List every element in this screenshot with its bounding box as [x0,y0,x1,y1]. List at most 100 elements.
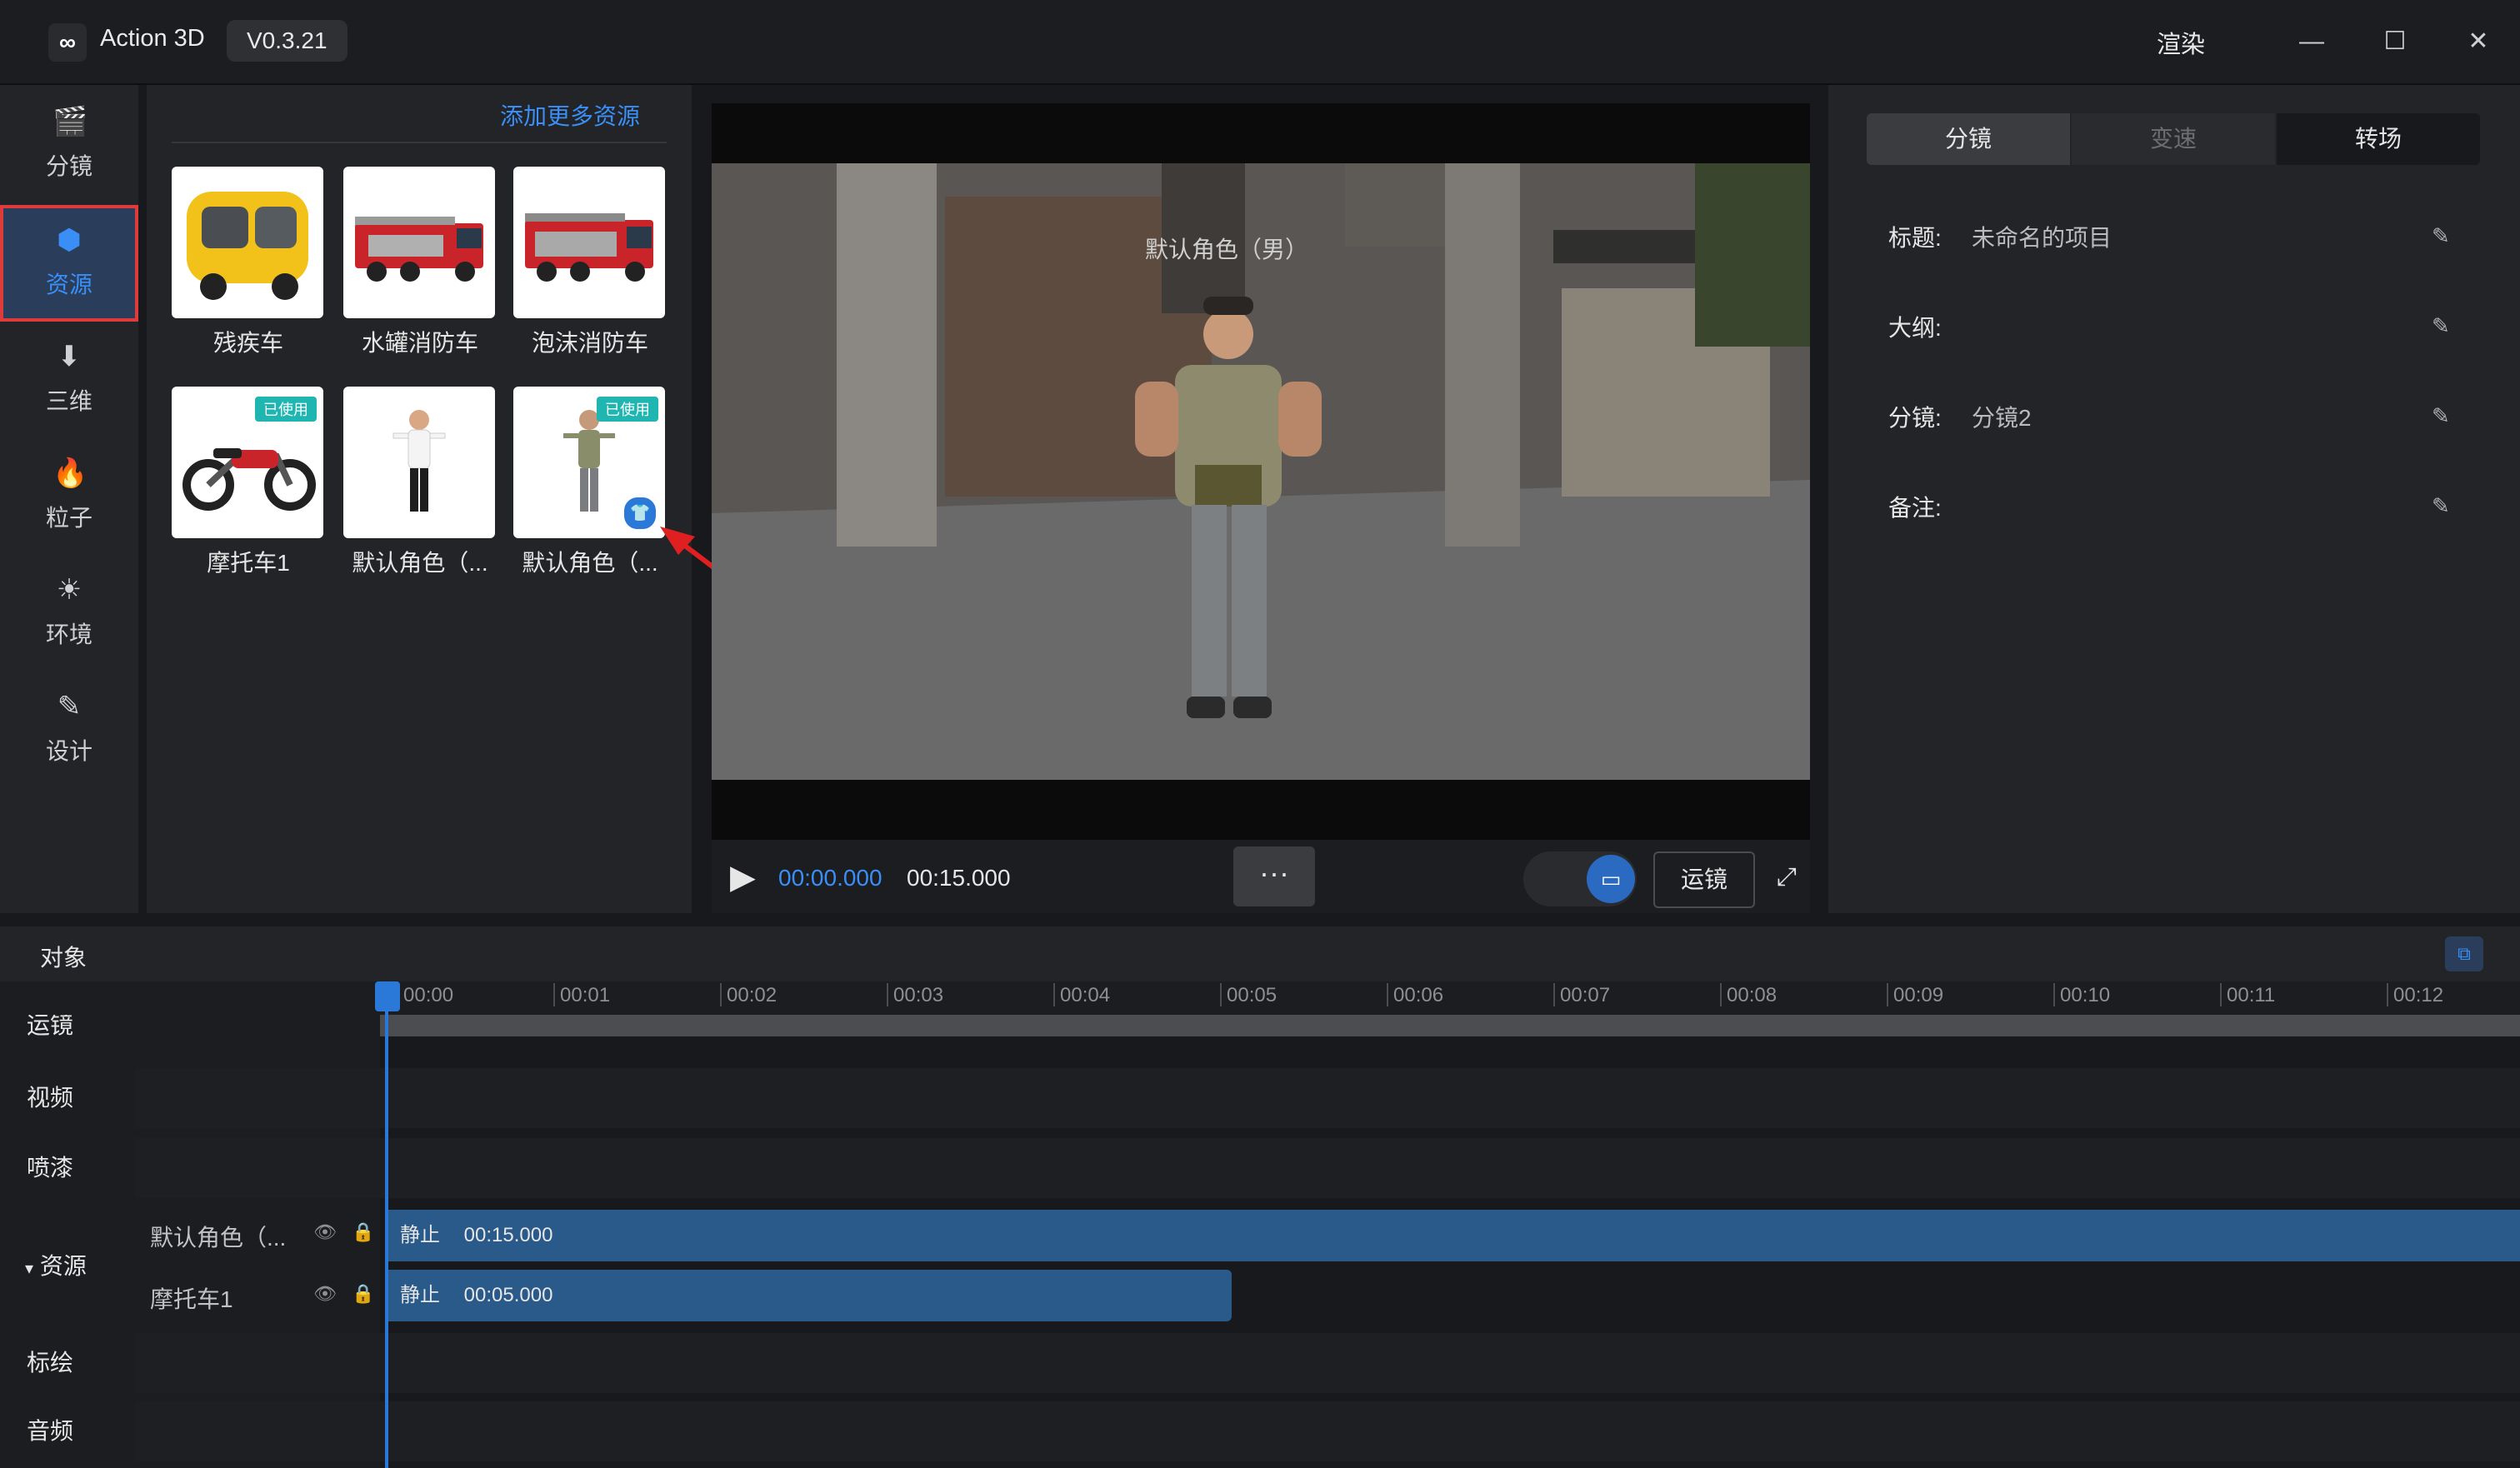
nav-item-label: 设计 [45,738,92,764]
lock-icon[interactable]: 🔒 [352,1221,374,1243]
fullscreen-icon[interactable]: ⤢ [1777,863,1797,891]
resource-row-name: 摩托车1 [150,1286,233,1312]
render-button[interactable]: 渲染 [2157,25,2205,60]
more-options-button[interactable]: ··· [1233,846,1315,906]
total-time: 00:15.000 [907,865,1011,891]
ruler-tick: 00:01 [553,983,610,1006]
field-value-storyboard: 分镜2 [1972,405,2032,431]
mobility-scooter-thumbnail [187,192,308,300]
ruler-tick: 00:02 [720,983,777,1006]
ruler-tick: 00:00 [397,983,453,1006]
fire-truck-thumbnail [355,217,483,282]
eye-icon[interactable]: 👁 [313,1221,337,1243]
scene-view[interactable]: 默认角色（男） [712,163,1810,780]
foam-fire-truck-thumbnail [525,213,653,282]
tab-storyboard[interactable]: 分镜 [1867,113,2070,165]
resource-card[interactable] [343,167,495,318]
resource-card[interactable] [172,167,323,318]
field-label-storyboard: 分镜: [1888,405,1942,431]
nav-item-design[interactable]: ✎ 设计 [0,672,138,788]
timeline-view-toggle-icon[interactable]: ⧉ [2445,936,2483,971]
clip-state: 静止 [400,1224,440,1246]
cube-icon: ⬢ [57,224,82,256]
divider [172,142,667,143]
sun-icon: ☀ [56,574,82,606]
track-label-camera: 运镜 [0,1015,135,1048]
resource-clip[interactable]: 静止 00:05.000 [388,1270,1232,1321]
camera-move-button[interactable]: 运镜 [1653,851,1755,908]
lock-icon[interactable]: 🔒 [352,1283,374,1305]
playhead-handle[interactable] [375,981,400,1011]
current-time: 00:00.000 [778,865,882,891]
resource-card-label: 默认角色（... [352,550,488,576]
resource-row-name: 默认角色（... [150,1225,287,1251]
timeline-header [0,926,2520,981]
field-label-notes: 备注: [1888,495,1942,521]
clip-state: 静止 [400,1284,440,1306]
resource-card-label: 残疾车 [212,330,283,356]
nav-item-label: 资源 [45,272,92,297]
track-video[interactable] [135,1068,2520,1128]
track-label-resources[interactable]: ▾ 资源 [0,1208,135,1325]
clip-duration: 00:15.000 [463,1224,553,1246]
resource-card[interactable]: 已使用 👕 [513,387,665,538]
nav-item-label: 分镜 [45,153,92,179]
play-icon[interactable]: ▶ [730,858,756,896]
nav-item-environment[interactable]: ☀ 环境 [0,555,138,672]
version-badge: V0.3.21 [227,20,348,62]
ruler-tick: 00:04 [1053,983,1110,1006]
track-drawing[interactable] [135,1333,2520,1393]
title-bar [0,0,2520,85]
timeline-title: 对象 [40,945,88,971]
maximize-button[interactable]: ☐ [2370,18,2420,65]
edit-icon[interactable]: ✎ [2432,313,2450,339]
timeline-ruler[interactable] [380,981,2520,1015]
ruler-tick: 00:10 [2053,983,2110,1006]
resource-card[interactable] [513,167,665,318]
app-logo-icon: ∞ [48,23,87,62]
edit-icon[interactable]: ✎ [2432,223,2450,249]
tab-transition[interactable]: 转场 [2277,113,2480,165]
add-more-resources-link[interactable]: 添加更多资源 [500,98,640,132]
ruler-tick: 00:11 [2220,983,2275,1006]
nav-item-particles[interactable]: 🔥 粒子 [0,438,138,555]
edit-icon[interactable]: ✎ [2432,493,2450,519]
playhead[interactable] [385,983,388,1468]
ruler-tick: 00:05 [1220,983,1277,1006]
field-label-title: 标题: [1888,225,1942,251]
field-label-outline: 大纲: [1888,315,1942,341]
resource-card-label: 水罐消防车 [361,330,478,356]
nav-item-resources[interactable]: ⬢ 资源 [0,205,138,322]
camera-icon[interactable]: ▭ [1587,855,1635,903]
resource-card[interactable] [343,387,495,538]
ruler-tick: 00:03 [887,983,943,1006]
nav-item-label: 粒子 [45,505,92,531]
track-label-audio: 音频 [0,1401,135,1461]
nav-item-storyboard[interactable]: 🎬 分镜 [0,87,138,203]
resource-clip[interactable]: 静止 00:15.000 [388,1210,2520,1261]
track-label-spray: 喷漆 [0,1138,135,1198]
design-tools-icon: ✎ [57,691,82,722]
track-spray[interactable] [135,1138,2520,1198]
camera-track-bar[interactable] [380,1015,2520,1036]
resources-group-label: 资源 [39,1253,87,1279]
ruler-tick: 00:09 [1887,983,1943,1006]
clapperboard-icon: 🎬 [52,106,88,137]
edit-icon[interactable]: ✎ [2432,403,2450,429]
character-thumbnail [392,410,446,512]
resource-card[interactable]: 已使用 [172,387,323,538]
track-audio[interactable] [135,1401,2520,1461]
nav-item-3d[interactable]: ⬇ 三维 [0,322,138,438]
tab-speed[interactable]: 变速 [2072,113,2275,165]
close-button[interactable]: ✕ [2453,18,2503,65]
ruler-tick: 00:06 [1387,983,1443,1006]
clip-duration: 00:05.000 [463,1284,553,1306]
nav-item-label: 三维 [45,388,92,414]
resource-card-label: 摩托车1 [207,550,290,576]
download-box-icon: ⬇ [57,341,82,372]
eye-icon[interactable]: 👁 [313,1283,337,1305]
flame-icon: 🔥 [52,457,88,489]
ruler-tick: 00:07 [1553,983,1610,1006]
minimize-button[interactable]: — [2287,18,2337,65]
character-name-label: 默认角色（男） [1145,237,1309,262]
